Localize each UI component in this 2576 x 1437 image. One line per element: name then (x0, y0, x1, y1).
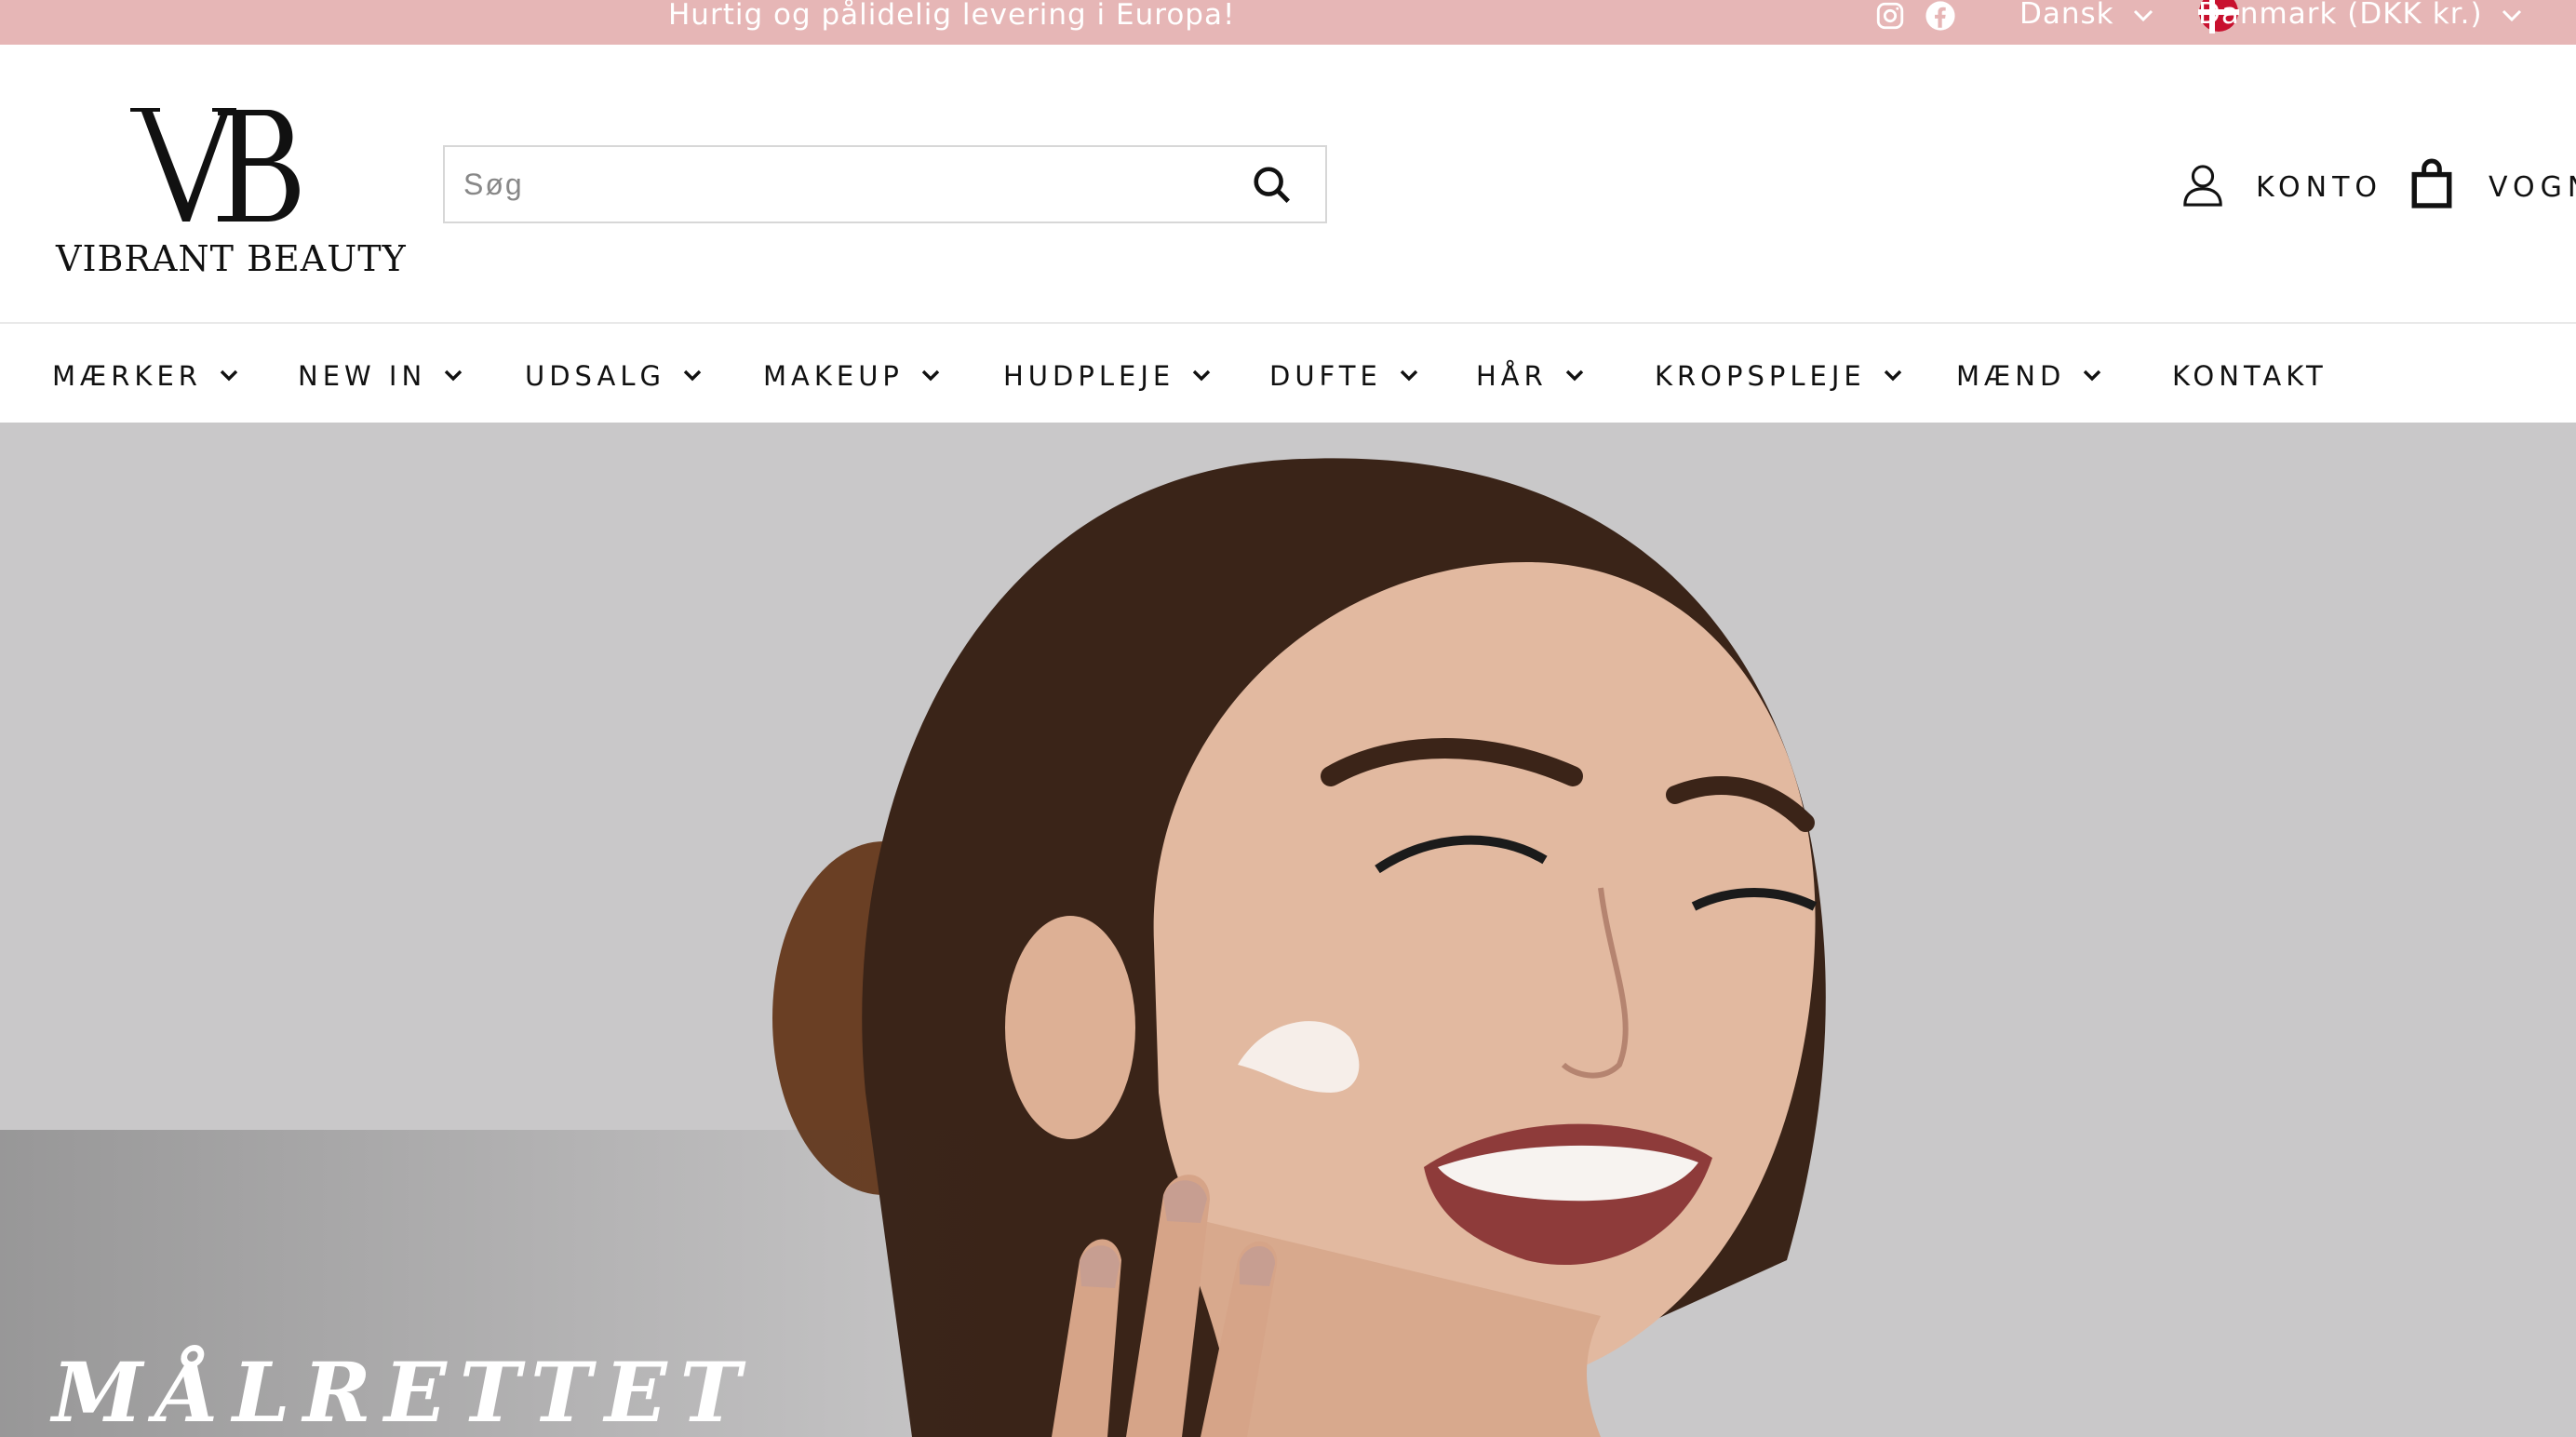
announcement-bar: Hurtig og pålidelig levering i Europa! D… (0, 0, 2576, 45)
account-label: KONTO (2256, 171, 2383, 204)
chevron-down-icon (2134, 9, 2153, 21)
announcement-text: Hurtig og pålidelig levering i Europa! (668, 0, 1236, 32)
nav-item-maend[interactable]: MÆND (1956, 357, 2102, 395)
chevron-down-icon (2084, 369, 2101, 382)
nav-item-label: KROPSPLEJE (1655, 360, 1866, 392)
user-icon (2183, 165, 2222, 207)
chevron-down-icon (1884, 369, 1901, 382)
hero-banner[interactable]: MÅLRETTET (0, 423, 2576, 1437)
cart-label: VOGN (2489, 171, 2576, 204)
logo-wordmark: VIBRANT BEAUTY (56, 238, 407, 279)
nav-item-kropspleje[interactable]: KROPSPLEJE (1655, 357, 1903, 395)
nav-item-label: MAKEUP (763, 360, 904, 392)
nav-item-label: MÆRKER (52, 360, 202, 392)
language-label: Dansk (2019, 0, 2114, 31)
facebook-icon[interactable] (1925, 0, 1956, 32)
nav-item-label: MÆND (1956, 360, 2066, 392)
search-input[interactable] (445, 147, 1245, 222)
language-selector[interactable]: Dansk (2019, 0, 2153, 32)
chevron-down-icon (444, 369, 463, 382)
nav-item-maerker[interactable]: MÆRKER (52, 357, 239, 395)
main-navigation: MÆRKER NEW IN UDSALG MAKEUP HUDPLEJE DUF… (0, 324, 2576, 423)
chevron-down-icon (220, 369, 238, 382)
shopping-bag-icon (2411, 158, 2452, 208)
instagram-icon[interactable] (1874, 0, 1906, 32)
chevron-down-icon (1565, 369, 1583, 382)
chevron-down-icon (2502, 9, 2522, 21)
hero-title: MÅLRETTET (52, 1344, 755, 1437)
nav-item-makeup[interactable]: MAKEUP (763, 357, 941, 395)
nav-item-hudpleje[interactable]: HUDPLEJE (1003, 357, 1212, 395)
logo[interactable]: VIBRANT BEAUTY (56, 102, 407, 316)
search-button[interactable] (1251, 164, 1294, 207)
nav-item-kontakt[interactable]: KONTAKT (2172, 357, 2328, 395)
search-icon (1254, 167, 1291, 204)
nav-item-label: KONTAKT (2172, 360, 2328, 392)
country-label: Danmark (DKK kr.) (2198, 0, 2483, 31)
logo-monogram-icon (130, 108, 300, 222)
search-bar (443, 145, 1327, 223)
chevron-down-icon (683, 369, 702, 382)
chevron-down-icon (1193, 369, 1211, 382)
nav-item-label: UDSALG (525, 360, 665, 392)
chevron-down-icon (921, 369, 940, 382)
chevron-down-icon (1400, 369, 1417, 382)
nav-item-label: HUDPLEJE (1003, 360, 1175, 392)
nav-item-label: DUFTE (1269, 360, 1382, 392)
site-header: VIBRANT BEAUTY KONTO VOGN (0, 45, 2576, 324)
nav-item-label: NEW IN (298, 360, 427, 392)
nav-item-haar[interactable]: HÅR (1476, 357, 1585, 395)
nav-item-new-in[interactable]: NEW IN (298, 357, 463, 395)
nav-item-dufte[interactable]: DUFTE (1269, 357, 1419, 395)
nav-item-udsalg[interactable]: UDSALG (525, 357, 703, 395)
nav-item-label: HÅR (1476, 360, 1548, 392)
